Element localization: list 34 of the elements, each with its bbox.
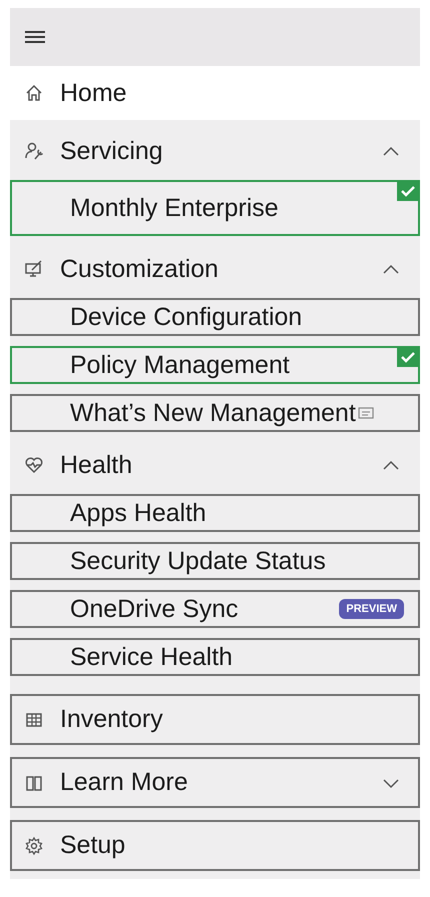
menu-icon[interactable] <box>24 29 46 45</box>
nav-label: Setup <box>60 831 126 860</box>
nav-label: Learn More <box>60 768 189 797</box>
nav-item[interactable]: Inventory <box>10 694 420 745</box>
chevron-icon <box>382 145 400 157</box>
nav-label: Customization <box>60 254 220 284</box>
nav-label: Inventory <box>60 705 164 734</box>
menu-item[interactable]: Apps Health <box>10 494 420 532</box>
home-icon <box>24 83 44 103</box>
nav-item[interactable]: Setup <box>10 820 420 871</box>
nav-group-header[interactable]: Customization <box>10 242 420 296</box>
nav-group-header[interactable]: Servicing <box>10 124 420 178</box>
chevron-icon <box>382 263 400 275</box>
menu-item[interactable]: Monthly Enterprise <box>10 180 420 236</box>
menu-item[interactable]: Policy Management <box>10 346 420 384</box>
gear-icon <box>24 836 44 856</box>
chevron-icon <box>382 776 400 788</box>
menu-item[interactable]: Device Configuration <box>10 298 420 336</box>
heart-icon <box>24 455 44 475</box>
preview-badge: PREVIEW <box>339 599 404 619</box>
nav-label: Health <box>60 450 134 480</box>
chevron-icon <box>382 459 400 471</box>
menu-item[interactable]: Security Update Status <box>10 542 420 580</box>
menu-item[interactable]: Service Health <box>10 638 420 676</box>
nav-group-header[interactable]: Learn More <box>10 757 420 808</box>
nav-label: Servicing <box>60 136 164 166</box>
nav-group-header[interactable]: Health <box>10 438 420 492</box>
nav-item[interactable]: Home <box>10 66 420 120</box>
monitor-pen-icon <box>24 259 44 279</box>
menu-item[interactable]: What’s New Management <box>10 394 420 432</box>
page-icon <box>358 407 374 419</box>
menu-item[interactable]: OneDrive Sync PREVIEW <box>10 590 420 628</box>
nav-label: Home <box>60 78 128 108</box>
person-wrench-icon <box>24 141 44 161</box>
